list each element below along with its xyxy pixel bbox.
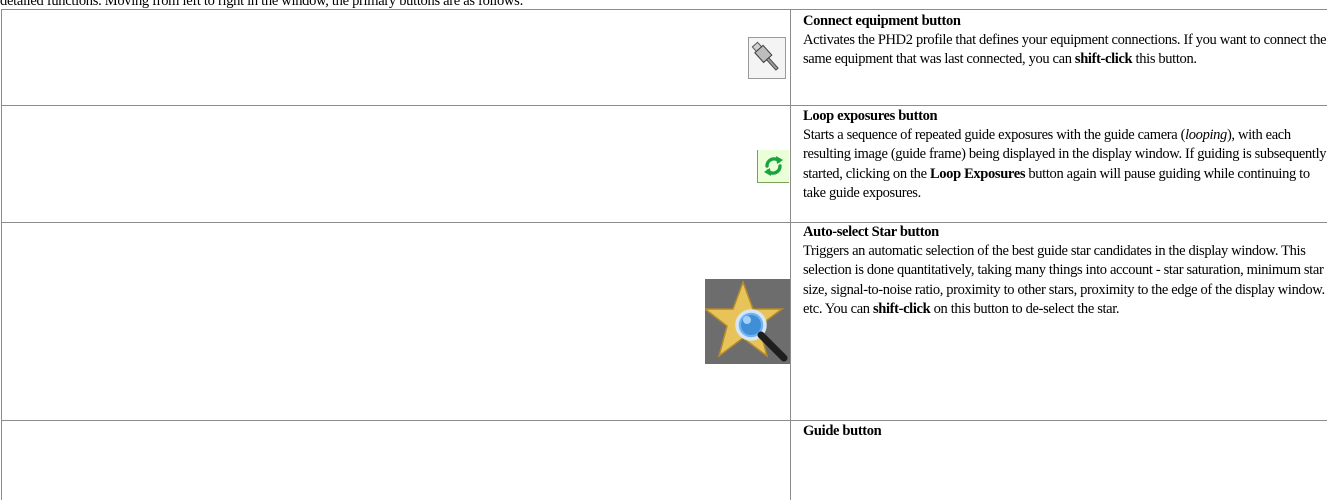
loop-description: Starts a sequence of repeated guide expo… [803, 127, 1327, 201]
icon-cell [1, 105, 791, 223]
loop-arrows-icon [757, 149, 789, 183]
icon-cell [1, 420, 791, 500]
connect-title: Connect equipment button [803, 13, 961, 29]
description-cell: Connect equipment button Activates the P… [790, 9, 1327, 106]
loop-title: Loop exposures button [803, 108, 938, 124]
guide-title: Guide button [803, 423, 882, 439]
connect-description: Activates the PHD2 profile that defines … [803, 32, 1327, 68]
autoselect-title: Auto-select Star button [803, 224, 939, 240]
table-row: Guide button [1, 420, 1327, 500]
icon-cell [1, 222, 791, 421]
star-magnifier-icon [702, 279, 790, 364]
table-row: Connect equipment button Activates the P… [1, 9, 1327, 106]
table-row: Loop exposures button Starts a sequence … [1, 105, 1327, 223]
icon-cell [1, 9, 791, 106]
description-cell: Loop exposures button Starts a sequence … [790, 105, 1327, 223]
table-row: Auto-select Star button Triggers an auto… [1, 222, 1327, 421]
toolbar-buttons-table: Connect equipment button Activates the P… [1, 9, 1327, 500]
autoselect-description: Triggers an automatic selection of the b… [803, 243, 1325, 317]
usb-plug-icon [748, 36, 786, 79]
description-cell: Guide button [790, 420, 1327, 500]
description-cell: Auto-select Star button Triggers an auto… [790, 222, 1327, 421]
